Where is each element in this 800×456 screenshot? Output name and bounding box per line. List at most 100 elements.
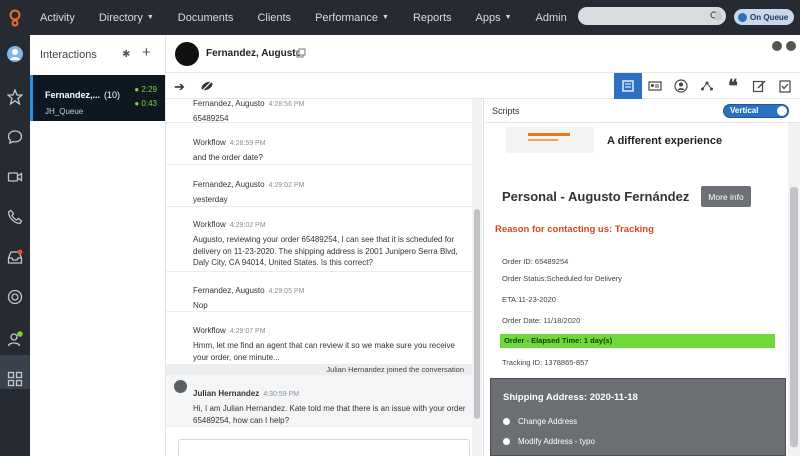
interaction-item[interactable]: Fernandez,... (10) JH_Queue ● 2:29 ● 0:43 [30, 75, 165, 121]
nav-admin[interactable]: Admin [536, 12, 567, 24]
video-icon[interactable] [7, 169, 23, 185]
bell-icon[interactable] [713, 10, 724, 23]
message-sender: Fernandez, Augusto [193, 286, 265, 295]
chat-message: Julian Hernandez 4:30:59 PM Hi, I am Juli… [166, 375, 472, 427]
message-text: Hmm, let me find an agent that can revie… [193, 341, 455, 362]
interaction-timer-current: ● 0:43 [134, 99, 157, 108]
interactions-panel: Interactions ✱ + Fernandez,... (10) JH_Qu… [30, 35, 166, 456]
journey-icon[interactable] [698, 77, 716, 95]
contact-card-icon[interactable] [646, 77, 664, 95]
chat-message: Workflow 4:29:02 PM Augusto, reviewing yo… [166, 207, 472, 272]
chevron-down-icon: ▼ [146, 14, 154, 21]
message-sender: Fernandez, Augusto [193, 99, 265, 108]
message-sender: Workflow [193, 138, 226, 147]
script-panel: Scripts Vertical A different experience … [486, 99, 800, 456]
tracking-id-field: Tracking ID: 1378865-857 [502, 358, 589, 367]
order-date-field: Order Date: 11/18/2020 [502, 316, 581, 325]
apps-grid-icon[interactable] [7, 371, 23, 387]
scrollbar-thumb[interactable] [790, 187, 798, 447]
chat-icon[interactable] [7, 129, 23, 145]
search-input[interactable] [578, 7, 726, 25]
modify-address-option[interactable]: Modify Address - typo [503, 437, 595, 446]
order-id-field: Order ID: 65489254 [502, 257, 569, 266]
option-label: Change Address [518, 417, 578, 426]
collapse-left-icon[interactable] [772, 41, 782, 51]
message-compose-input[interactable] [178, 439, 470, 456]
nav-reports[interactable]: Reports [413, 12, 452, 24]
transfer-arrow-icon[interactable]: ➔ [174, 79, 185, 95]
message-text: Nop [193, 301, 208, 310]
nav-clients[interactable]: Clients [257, 12, 291, 24]
nav-activity[interactable]: Activity [40, 12, 75, 24]
elapsed-time-bar: Order - Elapsed Time: 1 day(s) [500, 334, 775, 348]
copy-icon[interactable] [296, 48, 306, 58]
more-info-button[interactable]: More info [701, 186, 751, 207]
collapse-right-icon[interactable] [786, 41, 796, 51]
agent-status-icon[interactable] [7, 331, 23, 347]
agent-avatar [174, 380, 187, 393]
script-title: Scripts [492, 106, 520, 116]
interaction-name: Fernandez,... [45, 90, 101, 100]
message-time: 4:29:02 PM [268, 182, 305, 189]
message-sender: Fernandez, Augusto [193, 180, 265, 189]
interactions-header: Interactions ✱ + [30, 35, 165, 75]
chat-bubble-icon: ● [134, 85, 140, 94]
radio-button[interactable] [503, 438, 510, 445]
message-time: 4:30:59 PM [263, 391, 300, 398]
interactions-title: Interactions [40, 49, 97, 61]
star-icon[interactable] [7, 89, 23, 105]
script-scrollbar[interactable] [788, 123, 800, 456]
chat-message: Workflow 4:29:07 PM Hmm, let me find an a… [166, 312, 472, 364]
nav-apps[interactable]: Apps ▼ [476, 12, 512, 24]
radio-button[interactable] [503, 418, 510, 425]
genesys-logo-icon[interactable] [0, 0, 30, 35]
scrollbar-thumb[interactable] [474, 209, 480, 419]
customer-profile-title: Personal - Augusto Fernández [502, 189, 690, 204]
chat-bubble-icon [175, 42, 199, 66]
phone-icon[interactable] [7, 209, 23, 225]
support-icon[interactable] [7, 289, 23, 305]
script-header: Scripts Vertical [486, 99, 800, 123]
inbox-icon[interactable] [7, 249, 23, 265]
customer-name: Fernandez, Augusto [206, 48, 302, 59]
message-time: 4:28:56 PM [268, 101, 305, 108]
toggle-knob [777, 106, 787, 116]
user-avatar-icon[interactable] [7, 46, 23, 62]
message-time: 4:29:02 PM [229, 222, 266, 229]
left-icon-rail [0, 35, 30, 456]
chat-bubble-icon: ● [134, 99, 140, 108]
promo-banner-image [506, 127, 594, 153]
main-menu: Activity Directory ▼ Documents Clients Pe… [40, 12, 591, 24]
script-icon[interactable] [619, 77, 637, 95]
nav-performance[interactable]: Performance ▼ [315, 12, 389, 24]
shipping-address-box: Shipping Address: 2020-11-18 Change Addr… [490, 378, 786, 456]
change-address-option[interactable]: Change Address [503, 417, 577, 426]
interaction-count: (10) [104, 90, 121, 100]
disconnect-icon[interactable] [200, 79, 214, 93]
message-sender: Workflow [193, 326, 226, 335]
edit-note-icon[interactable] [750, 77, 768, 95]
chat-message: Workflow 4:28:59 PM and the order date? [166, 123, 472, 165]
chat-scrollbar[interactable] [472, 99, 482, 456]
vertical-layout-toggle[interactable]: Vertical [723, 104, 789, 118]
nav-documents[interactable]: Documents [178, 12, 234, 24]
person-icon[interactable] [672, 77, 690, 95]
message-text: Hi, I am Julian Hernandez. Kate told me … [193, 404, 466, 425]
interaction-timer-total: ● 2:29 [134, 85, 157, 94]
message-sender: Julian Hernandez [193, 389, 260, 398]
tagline: A different experience [607, 135, 723, 147]
order-status-field: Order Status:Scheduled for Delivery [502, 274, 623, 283]
promo-stripe [528, 139, 558, 141]
wrapup-icon[interactable] [776, 77, 794, 95]
message-text: Augusto, reviewing your order 65489254, … [193, 235, 458, 267]
chat-message: Fernandez, Augusto 4:29:02 PM yesterday [166, 165, 472, 207]
on-queue-toggle[interactable]: On Queue [734, 9, 794, 25]
gear-icon[interactable]: ✱ [122, 49, 130, 60]
add-interaction-button[interactable]: + [142, 44, 151, 61]
shipping-title: Shipping Address: 2020-11-18 [503, 392, 638, 403]
message-sender: Workflow [193, 220, 226, 229]
contact-reason: Reason for contacting us: Tracking [495, 224, 654, 235]
chat-message: Fernandez, Augusto 4:29:05 PM Nop [166, 272, 472, 312]
quote-icon[interactable]: ❝ [724, 77, 742, 95]
nav-directory[interactable]: Directory ▼ [99, 12, 154, 24]
